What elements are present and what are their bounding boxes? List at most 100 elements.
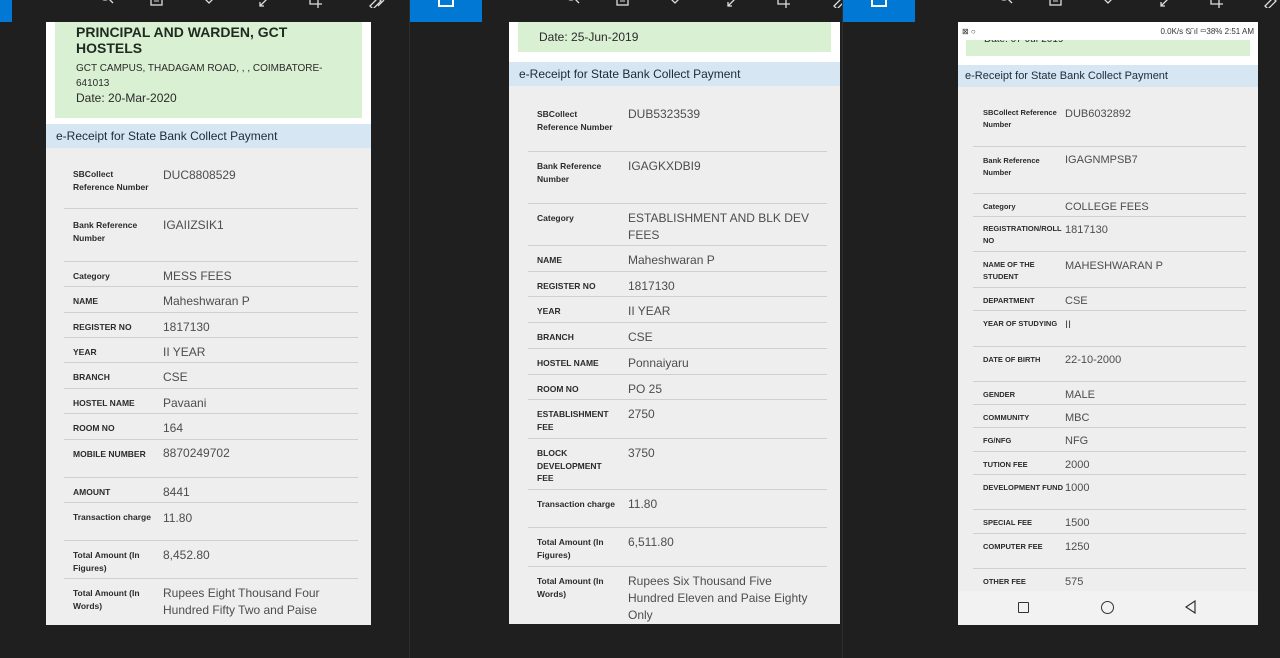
table-row: FG/NFG NFG — [973, 428, 1246, 452]
edit-icon[interactable] — [366, 0, 388, 10]
row-label: HOSTEL NAME — [537, 358, 599, 368]
row-label: Transaction charge — [73, 512, 151, 522]
row-label: ROOM NO — [73, 423, 115, 433]
table-row: DATE OF BIRTH 22-10-2000 — [973, 347, 1246, 382]
table-row: Transaction charge 11.80 — [64, 503, 358, 541]
date-box: Date: 25-Jun-2019 — [518, 22, 831, 52]
table-row: GENDER MALE — [973, 382, 1246, 405]
table-row: Total Amount (In Words) Rupees Six Thousa… — [528, 567, 827, 624]
photo-viewer-window-1: PRINCIPAL AND WARDEN, GCT HOSTELS GCT CA… — [0, 0, 409, 658]
pointer-icon[interactable] — [44, 0, 66, 8]
receipt-header: e-Receipt for State Bank Collect Payment — [509, 62, 840, 86]
circle-icon[interactable] — [1101, 601, 1114, 614]
delete-icon[interactable] — [1045, 0, 1067, 8]
row-label: ESTABLISHMENT FEE — [537, 409, 609, 432]
table-row: YEAR II YEAR — [528, 297, 827, 323]
table-row: Transaction charge 11.80 — [528, 490, 827, 528]
crop-icon[interactable] — [1205, 0, 1227, 8]
row-label: REGISTER NO — [537, 281, 596, 291]
table-row: Bank Reference Number IGAIIZSIK1 — [64, 211, 358, 262]
row-label: NAME — [73, 296, 99, 306]
row-label: AMOUNT — [73, 487, 111, 497]
row-label: Transaction charge — [537, 499, 615, 509]
chevron-down-icon[interactable] — [198, 0, 220, 8]
row-value: CSE — [1065, 295, 1088, 307]
table-row: AMOUNT 8441 — [64, 478, 358, 503]
row-value: Maheshwaran P — [163, 294, 250, 308]
table-row: Bank Reference Number IGAGNMPSB7 — [973, 147, 1246, 194]
row-value: NFG — [1065, 435, 1089, 447]
square-icon[interactable] — [1018, 602, 1029, 613]
row-label: Total Amount (In Words) — [73, 588, 140, 611]
row-value: COLLEGE FEES — [1065, 201, 1149, 213]
table-row: YEAR OF STUDYING II — [973, 311, 1246, 347]
expand-icon[interactable] — [254, 0, 276, 8]
row-value: Ponnaiyaru — [628, 356, 689, 370]
receipt-screenshot-1: PRINCIPAL AND WARDEN, GCT HOSTELS GCT CA… — [46, 22, 371, 625]
table-row: COMPUTER FEE 1250 — [973, 534, 1246, 569]
table-row: DEVELOPMENT FUND 1000 — [973, 475, 1246, 510]
chevron-down-icon[interactable] — [1097, 0, 1119, 8]
back-triangle-icon[interactable] — [1184, 599, 1198, 615]
crop-icon[interactable] — [772, 0, 794, 8]
row-label: BRANCH — [73, 372, 110, 382]
row-value: 6,511.80 — [628, 535, 674, 549]
table-row: Category COLLEGE FEES — [973, 194, 1246, 217]
org-info-box: PRINCIPAL AND WARDEN, GCT HOSTELS GCT CA… — [55, 22, 362, 118]
expand-icon[interactable] — [722, 0, 744, 8]
row-label: GENDER — [983, 390, 1016, 399]
table-row: BRANCH CSE — [528, 323, 827, 349]
pointer-icon[interactable] — [510, 0, 532, 8]
table-row: ROOM NO 164 — [64, 414, 358, 440]
chevron-down-icon[interactable] — [664, 0, 686, 8]
row-label: MOBILE NUMBER — [73, 449, 146, 459]
table-row: BLOCK DEVELOPMENT FEE 3750 — [528, 439, 827, 490]
row-label: NAME OF THE STUDENT — [983, 260, 1035, 281]
table-row: SPECIAL FEE 1500 — [973, 510, 1246, 534]
zoom-icon[interactable] — [562, 0, 584, 8]
row-label: YEAR — [537, 306, 561, 316]
zoom-icon[interactable] — [96, 0, 118, 8]
row-value: MALE — [1065, 389, 1095, 401]
row-value: II — [1065, 319, 1072, 331]
row-label: Total Amount (In Words) — [537, 576, 604, 599]
receipt-date: Date: 20-Mar-2020 — [76, 91, 177, 105]
table-row: Category MESS FEES — [64, 262, 358, 287]
delete-icon[interactable] — [146, 0, 168, 8]
row-label: TUTION FEE — [983, 460, 1028, 469]
row-label: Category — [73, 271, 110, 281]
row-label: SBCollect Reference Number — [537, 109, 613, 132]
expand-icon[interactable] — [1155, 0, 1177, 8]
row-value: 1817130 — [1065, 224, 1108, 236]
row-value: 1500 — [1065, 517, 1090, 529]
pointer-icon[interactable] — [943, 0, 965, 8]
row-value: Rupees Eight Thousand Four Hundred Fifty… — [163, 586, 320, 617]
delete-icon[interactable] — [612, 0, 634, 8]
row-label: DATE OF BIRTH — [983, 355, 1041, 364]
edit-icon[interactable] — [1261, 0, 1280, 10]
zoom-icon[interactable] — [995, 0, 1017, 8]
row-value: Rupees Six Thousand Five Hundred Eleven … — [628, 574, 808, 622]
row-value: ESTABLISHMENT AND BLK DEV FEES — [628, 211, 809, 242]
status-left-icons: ⊠ ○ — [962, 27, 976, 36]
row-label: BLOCK DEVELOPMENT FEE — [537, 448, 602, 483]
receipt-screenshot-2: Date: 25-Jun-2019 e-Receipt for State Ba… — [509, 22, 840, 624]
row-value: Maheshwaran P — [628, 253, 715, 267]
row-label: Category — [537, 213, 574, 223]
crop-icon[interactable] — [304, 0, 326, 8]
row-label: COMPUTER FEE — [983, 542, 1043, 551]
row-value: 1000 — [1065, 482, 1090, 494]
org-title: PRINCIPAL AND WARDEN, GCT HOSTELS — [76, 24, 288, 56]
receipt-header: e-Receipt for State Bank Collect Payment — [958, 65, 1258, 87]
table-row: REGISTER NO 1817130 — [64, 313, 358, 338]
row-label: DEVELOPMENT FUND — [983, 483, 1064, 492]
row-value: CSE — [163, 370, 188, 384]
edit-icon[interactable] — [830, 0, 842, 10]
android-nav-bar — [958, 591, 1258, 625]
row-label: YEAR — [73, 347, 97, 357]
row-label: Bank Reference Number — [537, 161, 602, 184]
row-value: MESS FEES — [163, 269, 232, 283]
table-row: OTHER FEE 575 — [973, 569, 1246, 591]
table-row: REGISTER NO 1817130 — [528, 272, 827, 297]
row-value: DUB5323539 — [628, 107, 701, 121]
